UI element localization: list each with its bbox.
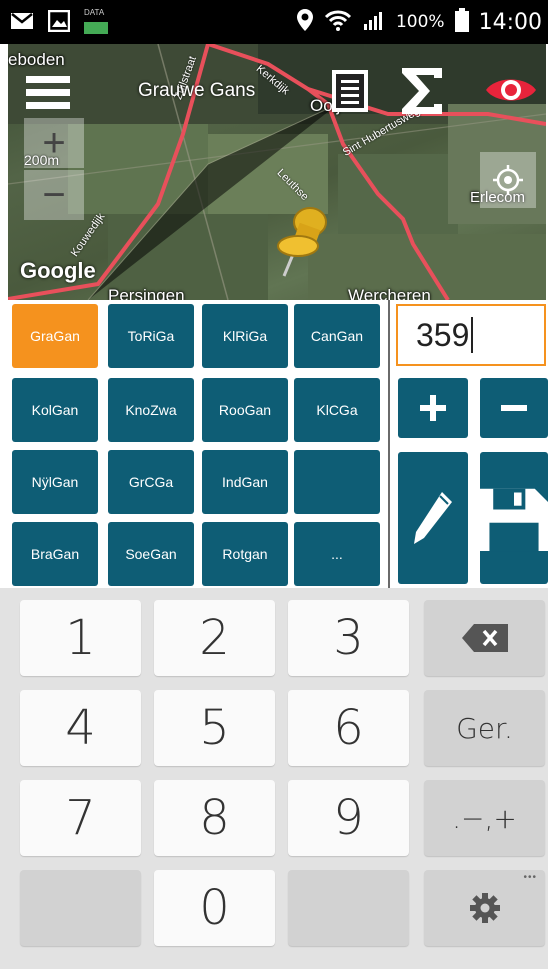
species-button[interactable] bbox=[294, 450, 380, 514]
key-6[interactable]: 6 bbox=[288, 690, 409, 766]
map-view[interactable]: eboden Zuilstraat Kerkdijk Sint Hubertus… bbox=[8, 44, 546, 300]
key-1[interactable]: 1 bbox=[20, 600, 141, 676]
species-button[interactable]: Rotgan bbox=[202, 522, 288, 586]
location-pin-icon bbox=[296, 8, 314, 36]
sigma-icon bbox=[402, 68, 442, 114]
species-title: Grauwe Gans bbox=[138, 80, 256, 101]
mail-icon bbox=[10, 11, 34, 36]
divider bbox=[388, 300, 390, 588]
numeric-keyboard: 1 2 3 4 5 6 Ger. 7 8 9 .−,+ 0 ••• bbox=[0, 588, 548, 969]
species-button[interactable]: GraGan bbox=[12, 304, 98, 368]
pushpin-icon bbox=[277, 207, 327, 277]
species-button[interactable]: KlRiGa bbox=[202, 304, 288, 368]
signal-icon bbox=[362, 9, 386, 35]
blank-key bbox=[288, 870, 409, 946]
map-scale: 200m bbox=[24, 152, 60, 168]
key-4[interactable]: 4 bbox=[20, 690, 141, 766]
plus-icon bbox=[420, 395, 446, 421]
blank-key bbox=[20, 870, 141, 946]
decrement-button[interactable] bbox=[480, 378, 548, 438]
clock: 14:00 bbox=[478, 9, 542, 35]
text-cursor bbox=[471, 317, 474, 353]
count-value: 359 bbox=[416, 316, 470, 353]
edit-button[interactable] bbox=[398, 452, 468, 584]
pencil-icon bbox=[414, 492, 452, 544]
minus-icon bbox=[501, 405, 527, 411]
my-location-button[interactable] bbox=[480, 152, 536, 208]
backspace-key[interactable] bbox=[424, 600, 545, 676]
done-key-label: Ger. bbox=[456, 711, 513, 745]
backspace-icon bbox=[461, 624, 508, 652]
symbols-key-label: .−,+ bbox=[452, 801, 517, 835]
sum-button[interactable] bbox=[398, 66, 446, 116]
more-dots: ••• bbox=[523, 872, 537, 883]
species-button[interactable]: SoeGan bbox=[108, 522, 194, 586]
key-0[interactable]: 0 bbox=[154, 870, 275, 946]
eye-icon bbox=[486, 79, 536, 101]
species-button[interactable]: GrCGa bbox=[108, 450, 194, 514]
done-key[interactable]: Ger. bbox=[424, 690, 545, 766]
species-button[interactable]: KolGan bbox=[12, 378, 98, 442]
symbols-key[interactable]: .−,+ bbox=[424, 780, 545, 856]
species-button[interactable]: IndGan bbox=[202, 450, 288, 514]
image-icon bbox=[47, 9, 71, 37]
list-button[interactable] bbox=[330, 68, 370, 114]
document-list-icon bbox=[332, 70, 368, 112]
menu-button[interactable] bbox=[26, 74, 70, 110]
key-3[interactable]: 3 bbox=[288, 600, 409, 676]
battery-icon bbox=[454, 8, 469, 36]
increment-button[interactable] bbox=[398, 378, 468, 438]
species-button[interactable]: NÿlGan bbox=[12, 450, 98, 514]
pushpin-marker[interactable] bbox=[274, 202, 334, 278]
floppy-disk-icon bbox=[480, 488, 548, 552]
species-grid: GraGan ToRiGa KlRiGa CanGan KolGan KnoZwa RooG… bbox=[8, 300, 390, 588]
wifi-icon bbox=[324, 8, 352, 36]
map-place-label: Wercheren bbox=[348, 286, 431, 300]
species-button[interactable]: KnoZwa bbox=[108, 378, 194, 442]
google-logo: Google bbox=[20, 258, 96, 283]
species-button[interactable]: KlCGa bbox=[294, 378, 380, 442]
crosshair-icon bbox=[493, 165, 523, 195]
gear-icon bbox=[469, 893, 500, 923]
species-button[interactable]: BraGan bbox=[12, 522, 98, 586]
zoom-out-button[interactable]: − bbox=[24, 170, 84, 220]
count-input[interactable]: 359 bbox=[396, 304, 546, 366]
species-button[interactable]: CanGan bbox=[294, 304, 380, 368]
status-bar: DATA 100% 14:00 bbox=[0, 0, 548, 44]
map-place-label: eboden bbox=[8, 50, 65, 69]
key-8[interactable]: 8 bbox=[154, 780, 275, 856]
key-5[interactable]: 5 bbox=[154, 690, 275, 766]
visibility-button[interactable] bbox=[484, 72, 538, 108]
save-button[interactable] bbox=[480, 452, 548, 584]
key-9[interactable]: 9 bbox=[288, 780, 409, 856]
data-icon: DATA bbox=[84, 8, 110, 36]
battery-percent: 100% bbox=[395, 12, 445, 32]
hamburger-icon bbox=[26, 76, 70, 109]
key-7[interactable]: 7 bbox=[20, 780, 141, 856]
species-button[interactable]: ... bbox=[294, 522, 380, 586]
species-button[interactable]: ToRiGa bbox=[108, 304, 194, 368]
map-place-label: Persingen bbox=[108, 286, 185, 300]
key-2[interactable]: 2 bbox=[154, 600, 275, 676]
settings-key[interactable]: ••• bbox=[424, 870, 545, 946]
species-button[interactable]: RooGan bbox=[202, 378, 288, 442]
